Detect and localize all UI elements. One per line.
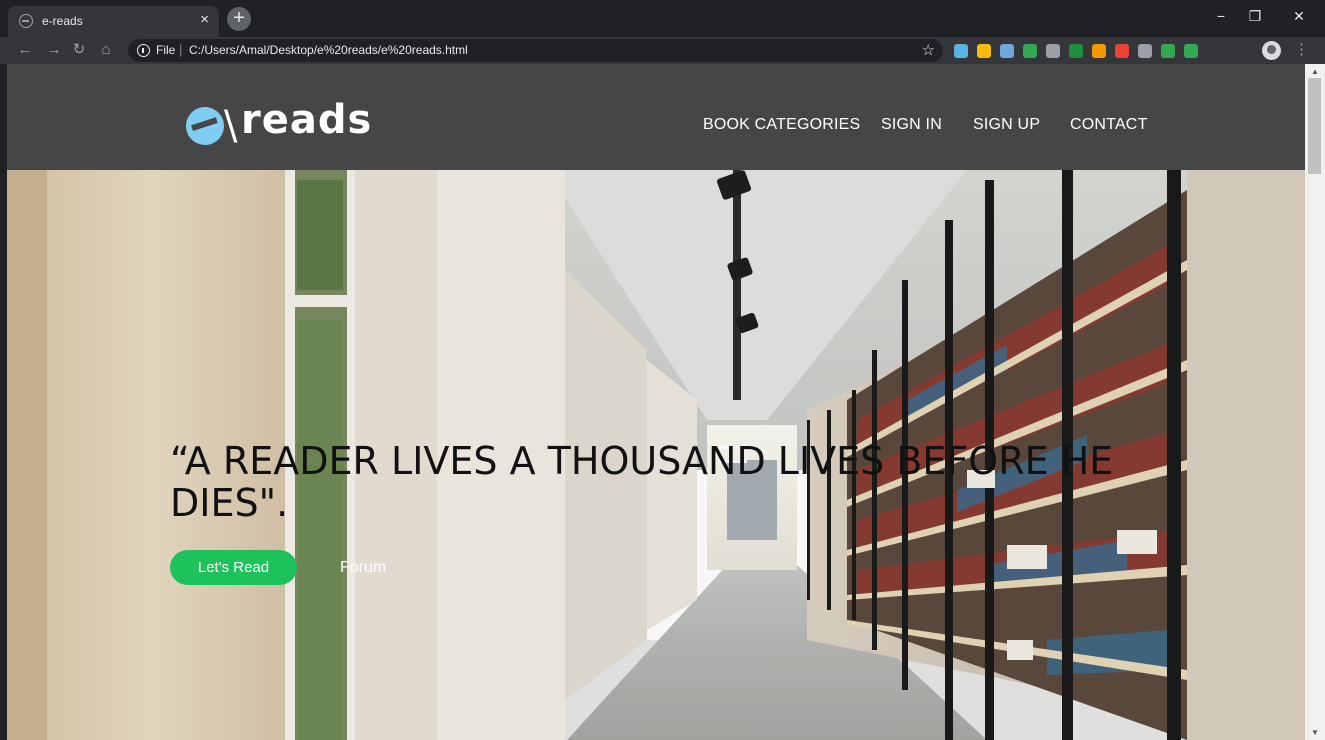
scroll-down-arrow-icon[interactable]: ▼ xyxy=(1311,728,1319,737)
tab-title: e-reads xyxy=(42,14,83,28)
browser-titlebar: e-reads × + − ❐ ✕ xyxy=(0,0,1325,37)
extension-icon[interactable] xyxy=(1000,44,1014,58)
hero-quote: “A READER LIVES A THOUSAND LIVES BEFORE … xyxy=(170,439,1114,525)
nav-sign-in[interactable]: SIGN IN xyxy=(881,116,942,134)
nav-book-categories[interactable]: BOOK CATEGORIES xyxy=(703,116,860,134)
page-scrollbar[interactable]: ▲ ▼ xyxy=(1305,64,1325,740)
browser-toolbar: ← → ↻ ⌂ File | C:/Users/Amal/Desktop/e%2… xyxy=(0,37,1325,64)
reload-icon[interactable]: ↻ xyxy=(68,39,90,61)
logo-text: reads xyxy=(241,97,373,143)
profile-avatar[interactable] xyxy=(1262,41,1281,60)
extension-icon[interactable] xyxy=(1161,44,1175,58)
bookmark-star-icon[interactable]: ☆ xyxy=(922,41,935,59)
forum-link[interactable]: Forum xyxy=(340,559,386,577)
nav-contact[interactable]: CONTACT xyxy=(1070,116,1148,134)
scroll-up-arrow-icon[interactable]: ▲ xyxy=(1311,67,1319,76)
hero-section: “A READER LIVES A THOUSAND LIVES BEFORE … xyxy=(7,170,1305,740)
site-header: \ reads BOOK CATEGORIES SIGN IN SIGN UP … xyxy=(7,64,1305,170)
logo-slash: \ xyxy=(224,103,238,149)
info-icon[interactable] xyxy=(137,44,150,57)
close-window-icon[interactable]: ✕ xyxy=(1289,8,1309,25)
logo-e-icon xyxy=(181,102,229,150)
page-viewport: \ reads BOOK CATEGORIES SIGN IN SIGN UP … xyxy=(7,64,1305,740)
restore-icon[interactable]: ❐ xyxy=(1245,8,1265,25)
home-icon[interactable]: ⌂ xyxy=(95,39,117,61)
scrollbar-thumb[interactable] xyxy=(1308,78,1321,174)
minimize-icon[interactable]: − xyxy=(1211,8,1231,24)
nav-sign-up[interactable]: SIGN UP xyxy=(973,116,1040,134)
new-tab-button[interactable]: + xyxy=(227,7,251,31)
tab-close-button[interactable]: × xyxy=(200,11,209,29)
extension-icon[interactable] xyxy=(1115,44,1129,58)
extension-icon[interactable] xyxy=(1184,44,1198,58)
browser-menu-icon[interactable]: ⋮ xyxy=(1294,40,1309,58)
url-text[interactable]: C:/Users/Amal/Desktop/e%20reads/e%20read… xyxy=(189,43,468,57)
lets-read-button[interactable]: Let's Read xyxy=(170,550,297,585)
url-separator: | xyxy=(179,42,183,57)
browser-tab[interactable]: e-reads × xyxy=(8,6,219,37)
back-arrow-icon[interactable]: ← xyxy=(14,39,36,61)
extension-icon[interactable] xyxy=(1023,44,1037,58)
forward-arrow-icon[interactable]: → xyxy=(43,39,65,61)
extension-icon[interactable] xyxy=(954,44,968,58)
extension-icon[interactable] xyxy=(977,44,991,58)
extension-icon[interactable] xyxy=(1092,44,1106,58)
extension-icon[interactable] xyxy=(1138,44,1152,58)
extension-icon[interactable] xyxy=(1046,44,1060,58)
extension-icon[interactable] xyxy=(1069,44,1083,58)
address-bar[interactable]: File | C:/Users/Amal/Desktop/e%20reads/e… xyxy=(128,39,943,62)
globe-icon xyxy=(19,14,33,28)
url-scheme-label: File xyxy=(156,43,176,57)
